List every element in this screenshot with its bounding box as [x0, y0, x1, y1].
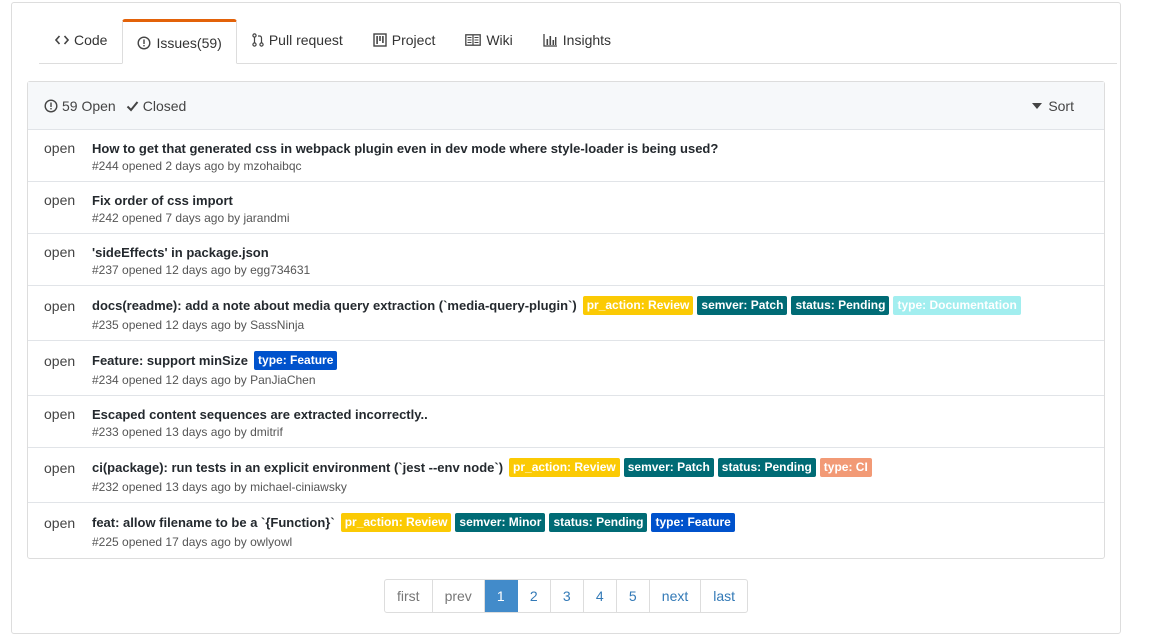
issue-opened-icon	[137, 35, 151, 50]
issue-title-link[interactable]: How to get that generated css in webpack…	[92, 141, 718, 156]
git-pull-request-icon	[252, 33, 264, 47]
tab-label: Issues(59)	[156, 34, 222, 51]
caret-down-icon	[1032, 102, 1043, 109]
tab-label: Insights	[562, 32, 612, 48]
issue-row: open ci(package): run tests in an explici…	[28, 448, 1104, 503]
sort-label: Sort	[1048, 97, 1074, 114]
open-filter[interactable]: 59 Open	[44, 98, 116, 114]
issue-row: open 'sideEffects' in package.json #237 op…	[28, 234, 1104, 286]
issue-label[interactable]: type: Documentation	[893, 295, 1021, 315]
issue-status: open	[44, 460, 76, 476]
issue-label[interactable]: type: Feature	[651, 512, 735, 532]
issue-label[interactable]: semver: Patch	[697, 295, 788, 315]
page-prev[interactable]: prev	[433, 580, 485, 612]
issue-status: open	[44, 406, 76, 422]
open-count-label: 59 Open	[62, 97, 116, 114]
tab-issues[interactable]: Issues(59)	[122, 19, 237, 64]
pagination: first prev 1 2 3 4 5 next last	[384, 579, 749, 613]
issue-status: open	[44, 298, 76, 314]
book-icon	[465, 34, 482, 46]
graph-icon	[543, 33, 558, 47]
issue-label[interactable]: semver: Patch	[623, 457, 714, 477]
project-icon	[373, 33, 387, 47]
issue-rows: open How to get that generated css in web…	[28, 130, 1104, 558]
issue-label[interactable]: pr_action: Review	[340, 512, 452, 532]
issue-label[interactable]: status: Pending	[549, 512, 648, 532]
check-icon	[126, 100, 139, 112]
issue-status: open	[44, 515, 76, 531]
tab-insights[interactable]: Insights	[528, 17, 626, 63]
tab-project[interactable]: Project	[358, 17, 451, 63]
issue-opened-icon	[44, 98, 58, 113]
tab-label: Pull request	[268, 32, 343, 48]
tab-pull-request[interactable]: Pull request	[237, 17, 358, 63]
issue-label[interactable]: semver: Minor	[455, 512, 546, 532]
page-2[interactable]: 2	[518, 580, 551, 612]
issue-label[interactable]: type: CI	[819, 457, 872, 477]
tab-label: Project	[391, 32, 436, 48]
issue-list: 59 Open Closed Sort open How to get that …	[27, 81, 1105, 559]
issue-meta: #235 opened 12 days ago by SassNinja	[92, 318, 305, 332]
issue-meta: #237 opened 12 days ago by egg734631	[92, 263, 311, 277]
issue-meta: #233 opened 13 days ago by dmitrif	[92, 425, 283, 439]
issue-row: open How to get that generated css in web…	[28, 130, 1104, 182]
page-first[interactable]: first	[385, 580, 433, 612]
issue-label[interactable]: type: Feature	[254, 350, 338, 370]
issue-row: open feat: allow filename to be a `{Funct…	[28, 503, 1104, 558]
issue-meta: #232 opened 13 days ago by michael-cinia…	[92, 480, 347, 494]
page-3[interactable]: 3	[551, 580, 584, 612]
issue-meta: #225 opened 17 days ago by owlyowl	[92, 535, 293, 549]
issue-title-link[interactable]: Fix order of css import	[92, 193, 233, 208]
issue-title-link[interactable]: Escaped content sequences are extracted …	[92, 407, 428, 422]
issue-status: open	[44, 244, 76, 260]
issue-meta: #242 opened 7 days ago by jarandmi	[92, 211, 290, 225]
tab-label: Code	[74, 32, 108, 48]
tab-wiki[interactable]: Wiki	[450, 17, 527, 63]
issue-label[interactable]: pr_action: Review	[582, 295, 694, 315]
issue-label[interactable]: status: Pending	[717, 457, 816, 477]
issue-meta: #234 opened 12 days ago by PanJiaChen	[92, 373, 316, 387]
issue-label[interactable]: status: Pending	[791, 295, 890, 315]
code-icon	[55, 34, 69, 46]
page-last[interactable]: last	[701, 580, 747, 612]
issue-row: open docs(readme): add a note about media…	[28, 286, 1104, 341]
page-1[interactable]: 1	[484, 580, 518, 612]
issue-status: open	[44, 192, 76, 208]
issue-title-link[interactable]: feat: allow filename to be a `{Function}…	[92, 515, 335, 530]
issue-status: open	[44, 140, 76, 156]
repo-tabs: Code Issues(59) Pull request Project Wik…	[39, 18, 1117, 64]
page-next[interactable]: next	[650, 580, 702, 612]
issue-title-link[interactable]: docs(readme): add a note about media que…	[92, 298, 577, 313]
issue-title-link[interactable]: 'sideEffects' in package.json	[92, 245, 269, 260]
issue-row: open Feature: support minSize type: Featur…	[28, 341, 1104, 396]
issue-label[interactable]: pr_action: Review	[509, 457, 620, 477]
tab-code[interactable]: Code	[39, 17, 122, 63]
issue-title-link[interactable]: ci(package): run tests in an explicit en…	[92, 460, 503, 475]
issue-row: open Fix order of css import #242 opened 7…	[28, 182, 1104, 234]
closed-filter[interactable]: Closed	[126, 97, 187, 114]
sort-dropdown[interactable]: Sort	[1032, 98, 1074, 114]
closed-label: Closed	[142, 97, 187, 114]
issue-status: open	[44, 353, 76, 369]
issue-title-link[interactable]: Feature: support minSize	[92, 353, 248, 368]
issue-filter-bar: 59 Open Closed Sort	[28, 82, 1104, 130]
issue-row: open Escaped content sequences are extrac…	[28, 396, 1104, 448]
page-4[interactable]: 4	[584, 580, 617, 612]
issue-meta: #244 opened 2 days ago by mzohaibqc	[92, 159, 302, 173]
page-5[interactable]: 5	[617, 580, 650, 612]
tab-label: Wiki	[486, 32, 513, 48]
